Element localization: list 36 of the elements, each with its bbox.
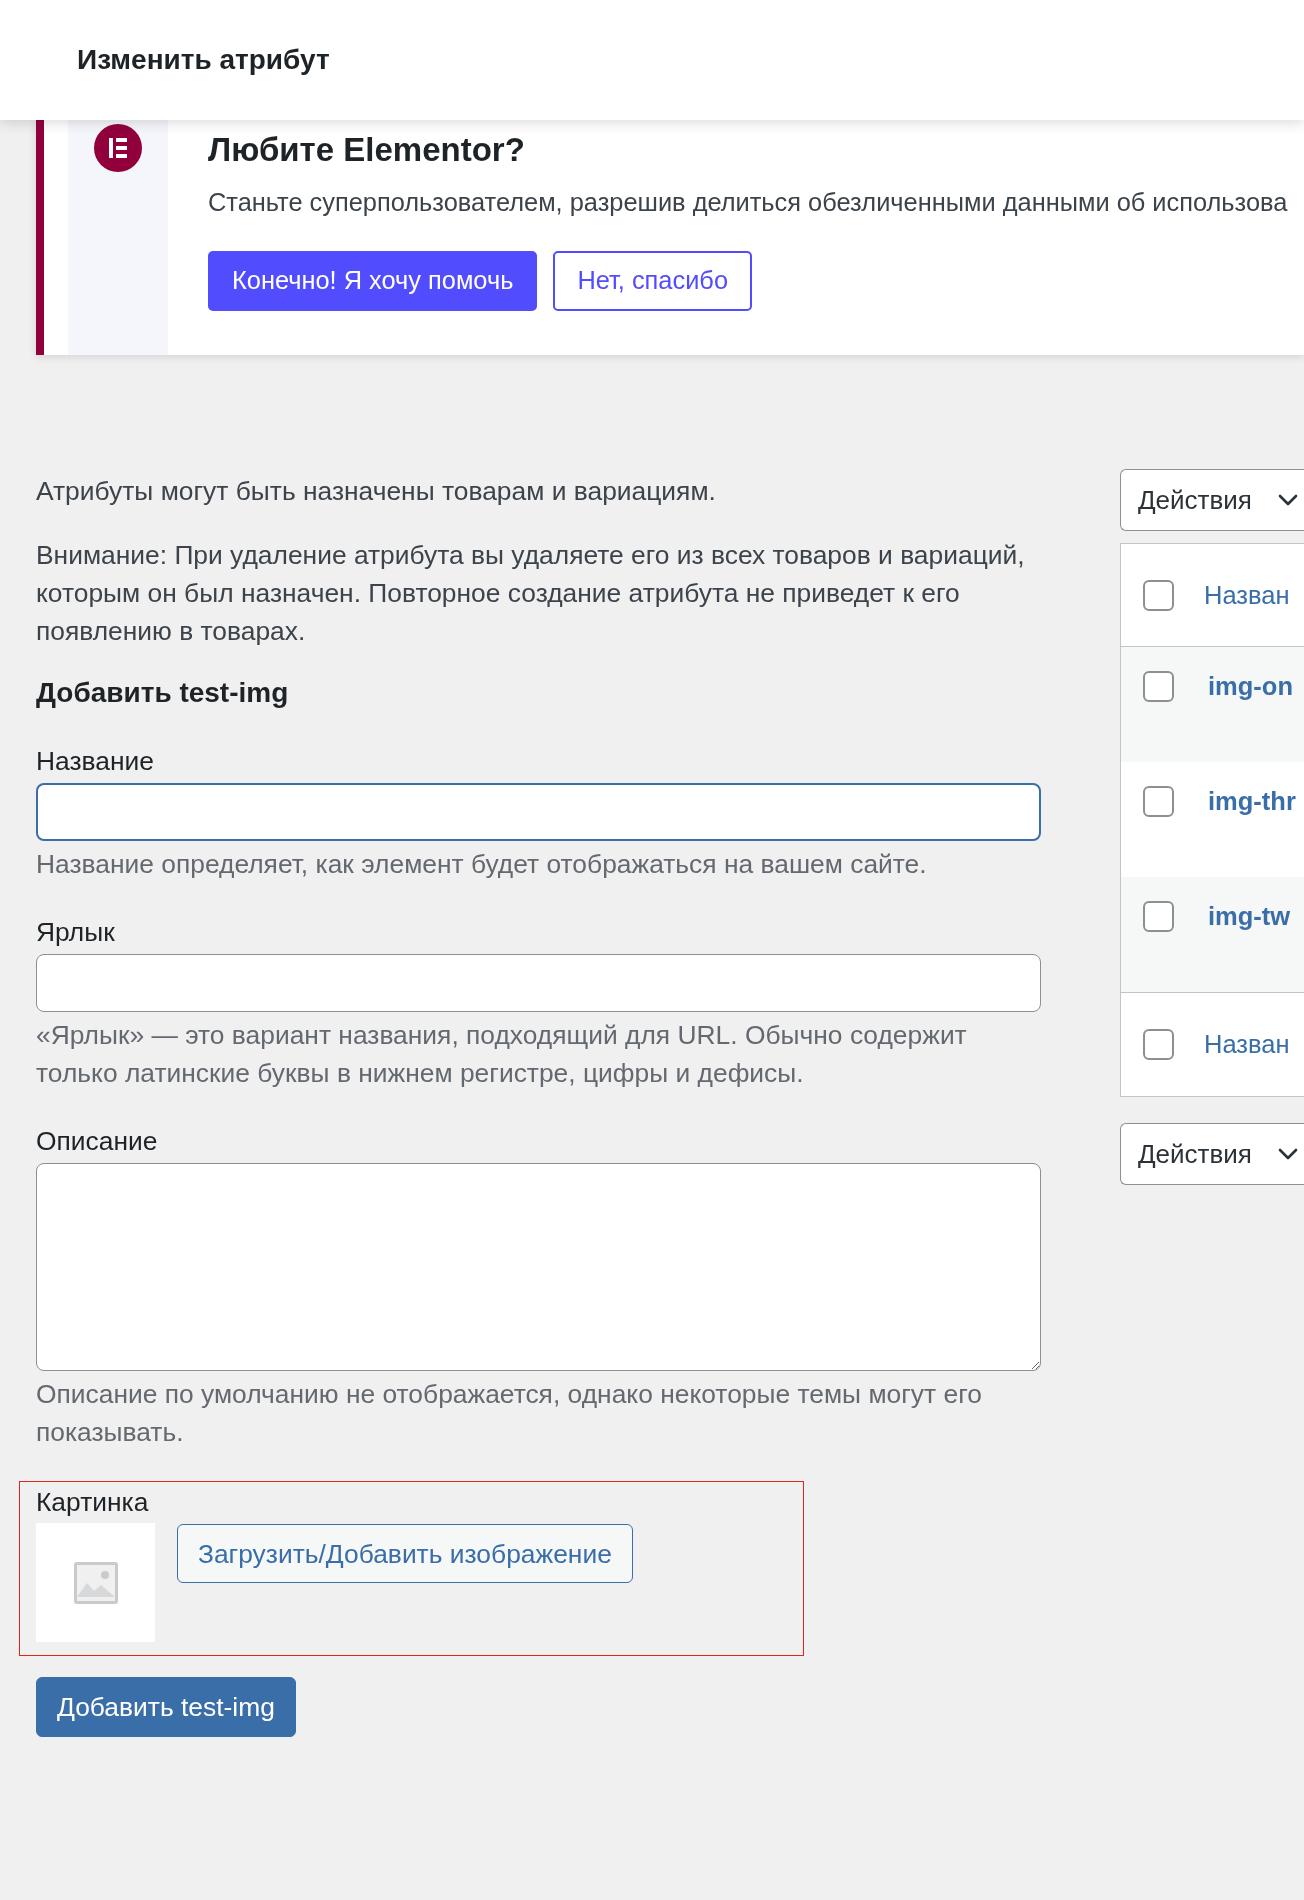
field-label: Описание [36,1125,159,1158]
form-heading: Добавить test-img [36,676,290,710]
chevron-icon [1278,494,1298,506]
row-checkbox[interactable] [1143,786,1174,817]
field-label: Ярлык [36,916,116,949]
select-all-checkbox[interactable] [1143,579,1174,611]
upload-image-button[interactable]: Загрузить/Добавить изображение [177,1524,633,1583]
intro-text: Атрибуты могут быть назначены товарам и вариациям. [36,475,717,508]
field-description: «Ярлык» — это вариант названия, подходящий для URL. Обычно содержит только латинские буквы в нижнем регистре, цифры и дефисы. [36,1019,968,1090]
field-description: Описание по умолчанию не отображается, однако некоторые темы могут его показывать. [36,1378,983,1449]
chevron-icon [1278,1148,1298,1160]
notice-message: Станьте суперпользователем, разрешив делиться обезличенными данными об использова [208,187,1288,218]
text-input[interactable] [36,954,1042,1012]
decline-button[interactable]: Нет, спасибо [553,251,753,311]
submit-button[interactable]: Добавить test-img [36,1677,296,1737]
select-all-checkbox[interactable] [1143,1029,1174,1060]
term-name-link[interactable]: img-thr [1208,786,1296,817]
field-label: Название [36,745,155,778]
row-checkbox[interactable] [1143,671,1174,702]
page-title: Изменить атрибут [77,44,330,76]
term-name-link[interactable]: img-on [1208,671,1293,702]
text-input[interactable] [36,783,1042,841]
notice-title: Любите Elementor? [208,131,526,168]
field-label: Картинка [36,1486,150,1519]
bulk-actions-select[interactable]: Действия [1120,469,1304,531]
image-icon [73,1560,118,1605]
textarea-field[interactable] [36,1163,1042,1371]
row-checkbox[interactable] [1143,901,1174,932]
warning-text: Внимание: При удаление атрибута вы удаляете его из всех товаров и вариаций, которым он был назначен. Повторное создание атрибута не приведет к его появлению в товарах. [36,539,1026,648]
elementor-logo-icon [94,124,142,172]
accept-button[interactable]: Конечно! Я хочу помочь [208,251,538,311]
column-header-link[interactable]: Назван [1204,579,1290,611]
bulk-actions-select[interactable]: Действия [1120,1123,1304,1185]
term-name-link[interactable]: img-tw [1208,901,1291,932]
column-header-link[interactable]: Назван [1204,1029,1290,1060]
field-description: Название определяет, как элемент будет отображаться на вашем сайте. [36,848,928,881]
